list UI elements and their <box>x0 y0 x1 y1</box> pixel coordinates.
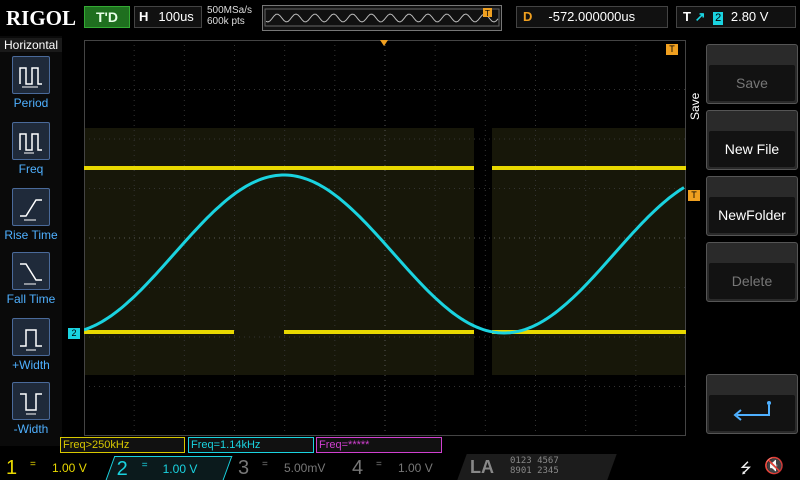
ch1-gap <box>474 128 492 375</box>
ch3-coupling-icon: = <box>262 459 268 470</box>
freq-icon <box>12 122 50 160</box>
channel-4[interactable]: 4 = 1.00 V <box>346 456 456 480</box>
ch2-number: 2 <box>116 458 128 480</box>
waveform-display[interactable]: 2 T T <box>68 40 700 436</box>
measurement-ch1[interactable]: Freq>250kHz <box>60 437 185 453</box>
trigger-level: 2.80 V <box>730 9 769 24</box>
measure-freq[interactable]: Freq <box>0 122 62 186</box>
negative-width-icon <box>12 382 50 420</box>
rising-edge-icon: ↗ <box>694 9 706 24</box>
oscilloscope-screen: RIGOL T'D H 100us 500MSa/s 600k pts T D -5… <box>0 0 800 480</box>
trigger-letter: T <box>683 9 691 24</box>
measure-negative-width-label: -Width <box>13 422 49 436</box>
status-bar: RIGOL T'D H 100us 500MSa/s 600k pts T D -5… <box>0 0 800 36</box>
measure-period[interactable]: Period <box>0 56 62 120</box>
save-button-label: Save <box>709 65 795 101</box>
channel-bar: 1 = 1.00 V 2 = 1.00 V 3 = 5.00mV 4 = 1.0… <box>0 454 800 480</box>
speaker-mute-icon[interactable]: 🔇 <box>764 456 784 476</box>
ch4-number: 4 <box>352 457 364 479</box>
trigger-display[interactable]: T ↗ 2 2.80 V <box>676 6 796 28</box>
positive-width-icon <box>12 318 50 356</box>
measure-freq-label: Freq <box>18 162 44 176</box>
new-folder-button[interactable]: NewFolder <box>706 176 798 236</box>
delete-button[interactable]: Delete <box>706 242 798 302</box>
la-row-1: 0123 4567 <box>510 456 559 466</box>
run-state-badge[interactable]: T'D <box>84 6 130 28</box>
memory-depth: 600k pts <box>207 16 245 27</box>
acquisition-info: 500MSa/s 600k pts <box>207 5 252 27</box>
channel-3[interactable]: 3 = 5.00mV <box>232 456 342 480</box>
channel-1[interactable]: 1 = 1.00 V <box>0 456 110 480</box>
ch1-number: 1 <box>6 457 18 479</box>
ch1-scale: 1.00 V <box>52 461 87 475</box>
ch2-coupling-icon: = <box>141 460 148 471</box>
delete-button-label: Delete <box>709 263 795 299</box>
ch2-ground-marker[interactable]: 2 <box>68 328 80 339</box>
measure-period-label: Period <box>13 96 49 110</box>
usb-icon: ⭍ <box>740 460 752 476</box>
measure-negative-width[interactable]: -Width <box>0 382 62 446</box>
svg-text:T: T <box>485 9 490 18</box>
run-state-text: T'D <box>96 9 118 25</box>
brand-logo: RIGOL <box>6 6 77 30</box>
measure-fall-time[interactable]: Fall Time <box>0 252 62 316</box>
sidebar-title: Horizontal <box>0 38 62 52</box>
new-file-button[interactable]: New File <box>706 110 798 170</box>
new-folder-button-label: NewFolder <box>709 197 795 233</box>
ch2-scale: 1.00 V <box>162 462 198 476</box>
delay-letter: D <box>523 9 533 24</box>
ch4-coupling-icon: = <box>376 459 382 470</box>
delay-value: -572.000000us <box>548 9 636 24</box>
measure-rise-time[interactable]: Rise Time <box>0 188 62 252</box>
save-button[interactable]: Save <box>706 44 798 104</box>
channel-2[interactable]: 2 = 1.00 V <box>105 456 233 480</box>
ch3-scale: 5.00mV <box>284 461 326 475</box>
sample-rate: 500MSa/s <box>207 5 253 16</box>
measure-fall-time-label: Fall Time <box>6 292 56 306</box>
rise-time-icon <box>12 188 50 226</box>
enter-button[interactable] <box>706 374 798 434</box>
save-menu: Save Save New File NewFolder Delete <box>686 40 800 436</box>
graticule <box>84 40 686 436</box>
delay-display[interactable]: D -572.000000us <box>516 6 668 28</box>
la-channels: 0123 4567 8901 2345 <box>510 456 559 476</box>
timebase-value: 100us <box>158 9 194 24</box>
measure-positive-width-label: +Width <box>12 358 50 372</box>
measurement-ch3[interactable]: Freq=***** <box>316 437 442 453</box>
measure-positive-width[interactable]: +Width <box>0 318 62 382</box>
trigger-marker-top[interactable]: T <box>666 44 678 55</box>
ch1-coupling-icon: = <box>30 459 36 470</box>
trigger-source-badge: 2 <box>713 12 724 25</box>
timebase-letter: H <box>139 9 149 24</box>
return-arrow-icon <box>709 395 795 431</box>
timebase-display[interactable]: H 100us <box>134 6 202 28</box>
measure-rise-time-label: Rise Time <box>4 228 58 242</box>
measurement-ch2[interactable]: Freq=1.14kHz <box>188 437 314 453</box>
new-file-button-label: New File <box>709 131 795 167</box>
period-icon <box>12 56 50 94</box>
la-row-2: 8901 2345 <box>510 466 559 476</box>
menu-title: Save <box>688 92 702 120</box>
ch3-number: 3 <box>238 457 250 479</box>
overview-waveform: T <box>264 8 500 27</box>
la-label: LA <box>470 457 494 477</box>
measure-sidebar: Horizontal Period Freq Rise Time Fall Ti… <box>0 36 62 446</box>
ch4-scale: 1.00 V <box>398 461 433 475</box>
waveform-overview[interactable]: T <box>262 5 502 31</box>
fall-time-icon <box>12 252 50 290</box>
trigger-position-marker <box>380 40 388 46</box>
